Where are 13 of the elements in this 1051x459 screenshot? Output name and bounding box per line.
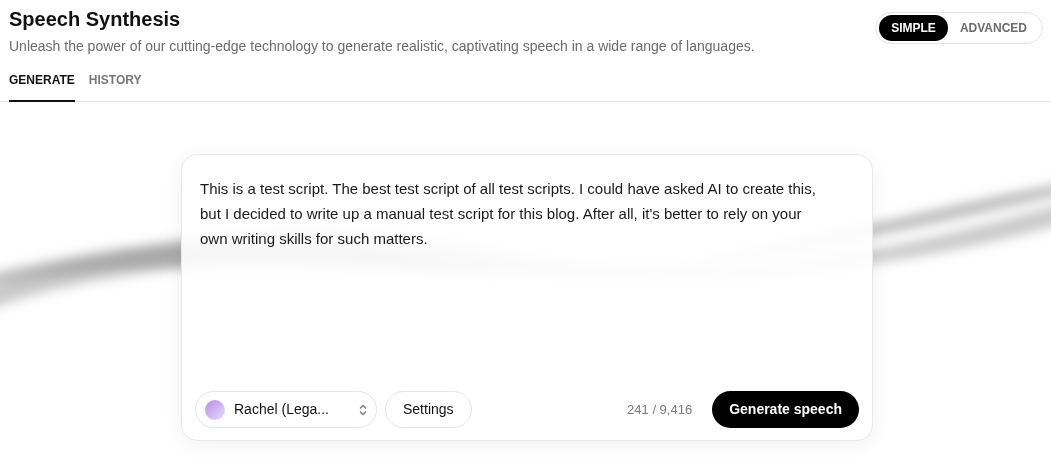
mode-option[interactable]: ADVANCED (947, 15, 1039, 41)
settings-button[interactable]: Settings (385, 391, 472, 428)
script-field[interactable]: This is a test script. The best test script of all test scripts. I could have asked AI to create this, but I decided to write up a manual test script for this blog. After all, it's better to rely on your own writing skills for such matters. (181, 154, 873, 391)
character-count: 241 / 9,416 (627, 400, 693, 419)
mode-option[interactable]: SIMPLE (879, 15, 948, 41)
tab[interactable]: GENERATE (9, 68, 75, 102)
page-subtitle: Unleash the power of our cutting-edge technology to generate realistic, captivating speech in a wide range of languages. (9, 37, 755, 56)
tab[interactable]: HISTORY (88, 68, 142, 102)
voice-selector[interactable]: Rachel (Lega... (195, 391, 377, 428)
chevron-updown-icon (359, 403, 367, 416)
voice-avatar-icon (205, 399, 225, 420)
generate-speech-button[interactable]: Generate speech (712, 391, 859, 428)
page-title: Speech Synthesis (9, 7, 182, 32)
